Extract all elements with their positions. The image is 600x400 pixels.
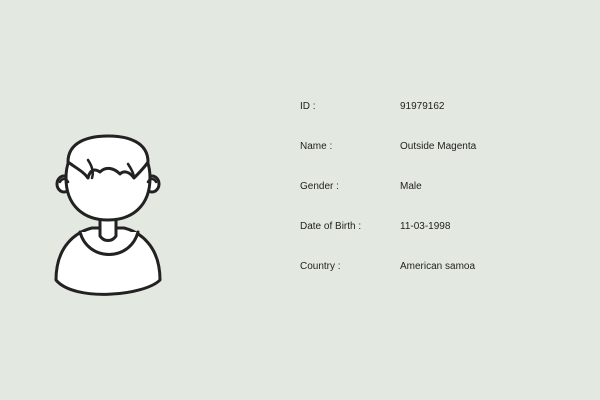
field-date-of-birth-value: 11-03-1998 [400, 221, 451, 232]
field-country-label: Country : [300, 261, 341, 272]
field-country-value: American samoa [400, 261, 476, 272]
field-name-value: Outside Magenta [400, 141, 477, 152]
field-name-label: Name : [300, 141, 333, 152]
field-id-label: ID : [300, 101, 316, 112]
field-name: Name : Outside Magenta [300, 139, 560, 155]
field-date-of-birth: Date of Birth : 11-03-1998 [300, 219, 560, 235]
field-country: Country : American samoa [300, 259, 560, 275]
id-card: ID : 91979162 Name : Outside Magenta Gen… [0, 0, 600, 400]
field-id: ID : 91979162 [300, 99, 560, 115]
field-gender-label: Gender : [300, 181, 339, 192]
field-gender-value: Male [400, 181, 422, 192]
field-date-of-birth-label: Date of Birth : [300, 221, 362, 232]
field-gender: Gender : Male [300, 179, 560, 195]
field-id-value: 91979162 [400, 101, 445, 112]
person-avatar-icon [54, 134, 162, 296]
